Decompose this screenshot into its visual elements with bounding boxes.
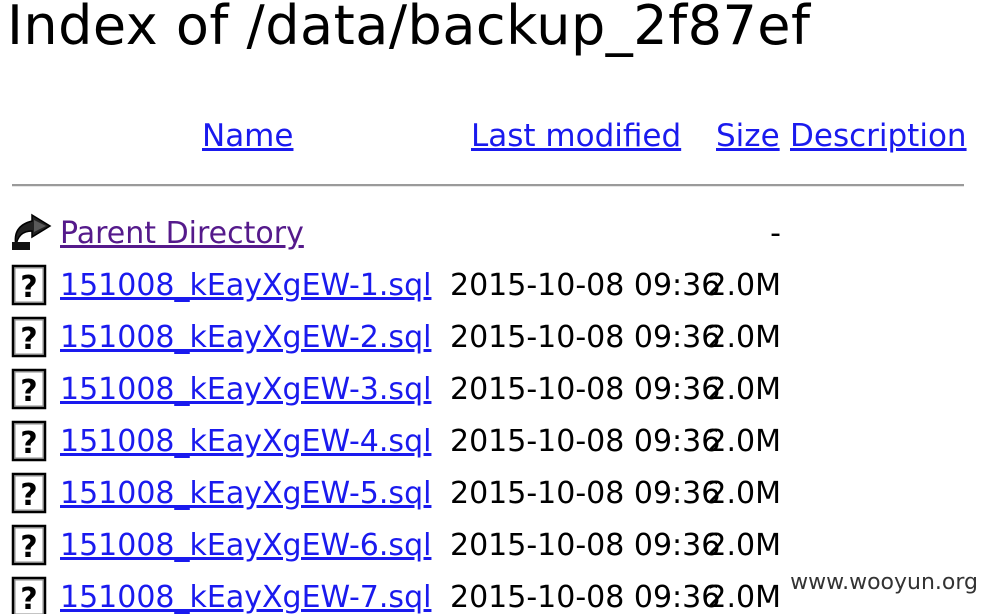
sort-by-description-link[interactable]: Description — [790, 118, 967, 154]
sort-by-name-link[interactable]: Name — [202, 118, 293, 154]
file-size: 2.0M — [707, 528, 781, 563]
file-modified: 2015-10-08 09:36 — [450, 372, 721, 407]
parent-size: - — [770, 216, 781, 251]
file-size: 2.0M — [707, 476, 781, 511]
directory-listing-page: Index of /data/backup_2f87ef Name Last m… — [0, 0, 990, 614]
file-link[interactable]: 151008_kEayXgEW-3.sql — [60, 372, 431, 407]
file-modified: 2015-10-08 09:36 — [450, 320, 721, 355]
svg-text:?: ? — [20, 582, 37, 614]
sort-by-size-link[interactable]: Size — [716, 118, 780, 154]
svg-text:?: ? — [20, 374, 37, 409]
header-divider — [12, 184, 964, 187]
file-row: ? 151008_kEayXgEW-6.sql 2015-10-08 09:36… — [0, 524, 990, 576]
unknown-file-icon[interactable]: ? — [10, 264, 50, 306]
file-link[interactable]: 151008_kEayXgEW-7.sql — [60, 580, 431, 614]
file-link[interactable]: 151008_kEayXgEW-6.sql — [60, 528, 431, 563]
file-link[interactable]: 151008_kEayXgEW-1.sql — [60, 268, 431, 303]
parent-directory-row: Parent Directory - — [0, 212, 990, 264]
back-arrow-icon[interactable] — [10, 212, 52, 254]
svg-text:?: ? — [20, 478, 37, 513]
parent-directory-link[interactable]: Parent Directory — [60, 216, 304, 251]
file-link[interactable]: 151008_kEayXgEW-4.sql — [60, 424, 431, 459]
file-link[interactable]: 151008_kEayXgEW-2.sql — [60, 320, 431, 355]
file-row: ? 151008_kEayXgEW-4.sql 2015-10-08 09:36… — [0, 420, 990, 472]
unknown-file-icon[interactable]: ? — [10, 524, 50, 566]
file-row: ? 151008_kEayXgEW-1.sql 2015-10-08 09:36… — [0, 264, 990, 316]
file-size: 2.0M — [707, 580, 781, 614]
unknown-file-icon[interactable]: ? — [10, 420, 50, 462]
sort-by-last-modified-link[interactable]: Last modified — [471, 118, 681, 154]
svg-text:?: ? — [20, 426, 37, 461]
file-row: ? 151008_kEayXgEW-2.sql 2015-10-08 09:36… — [0, 316, 990, 368]
page-title: Index of /data/backup_2f87ef — [7, 0, 811, 57]
file-modified: 2015-10-08 09:36 — [450, 528, 721, 563]
svg-text:?: ? — [20, 530, 37, 565]
file-size: 2.0M — [707, 320, 781, 355]
unknown-file-icon[interactable]: ? — [10, 576, 50, 614]
file-size: 2.0M — [707, 372, 781, 407]
unknown-file-icon[interactable]: ? — [10, 368, 50, 410]
svg-text:?: ? — [20, 270, 37, 305]
file-row: ? 151008_kEayXgEW-3.sql 2015-10-08 09:36… — [0, 368, 990, 420]
watermark: www.wooyun.org — [788, 570, 980, 595]
file-size: 2.0M — [707, 424, 781, 459]
unknown-file-icon[interactable]: ? — [10, 316, 50, 358]
file-size: 2.0M — [707, 268, 781, 303]
file-row: ? 151008_kEayXgEW-5.sql 2015-10-08 09:36… — [0, 472, 990, 524]
svg-text:?: ? — [20, 322, 37, 357]
file-modified: 2015-10-08 09:36 — [450, 268, 721, 303]
file-link[interactable]: 151008_kEayXgEW-5.sql — [60, 476, 431, 511]
file-modified: 2015-10-08 09:36 — [450, 476, 721, 511]
unknown-file-icon[interactable]: ? — [10, 472, 50, 514]
file-modified: 2015-10-08 09:36 — [450, 424, 721, 459]
file-modified: 2015-10-08 09:36 — [450, 580, 721, 614]
